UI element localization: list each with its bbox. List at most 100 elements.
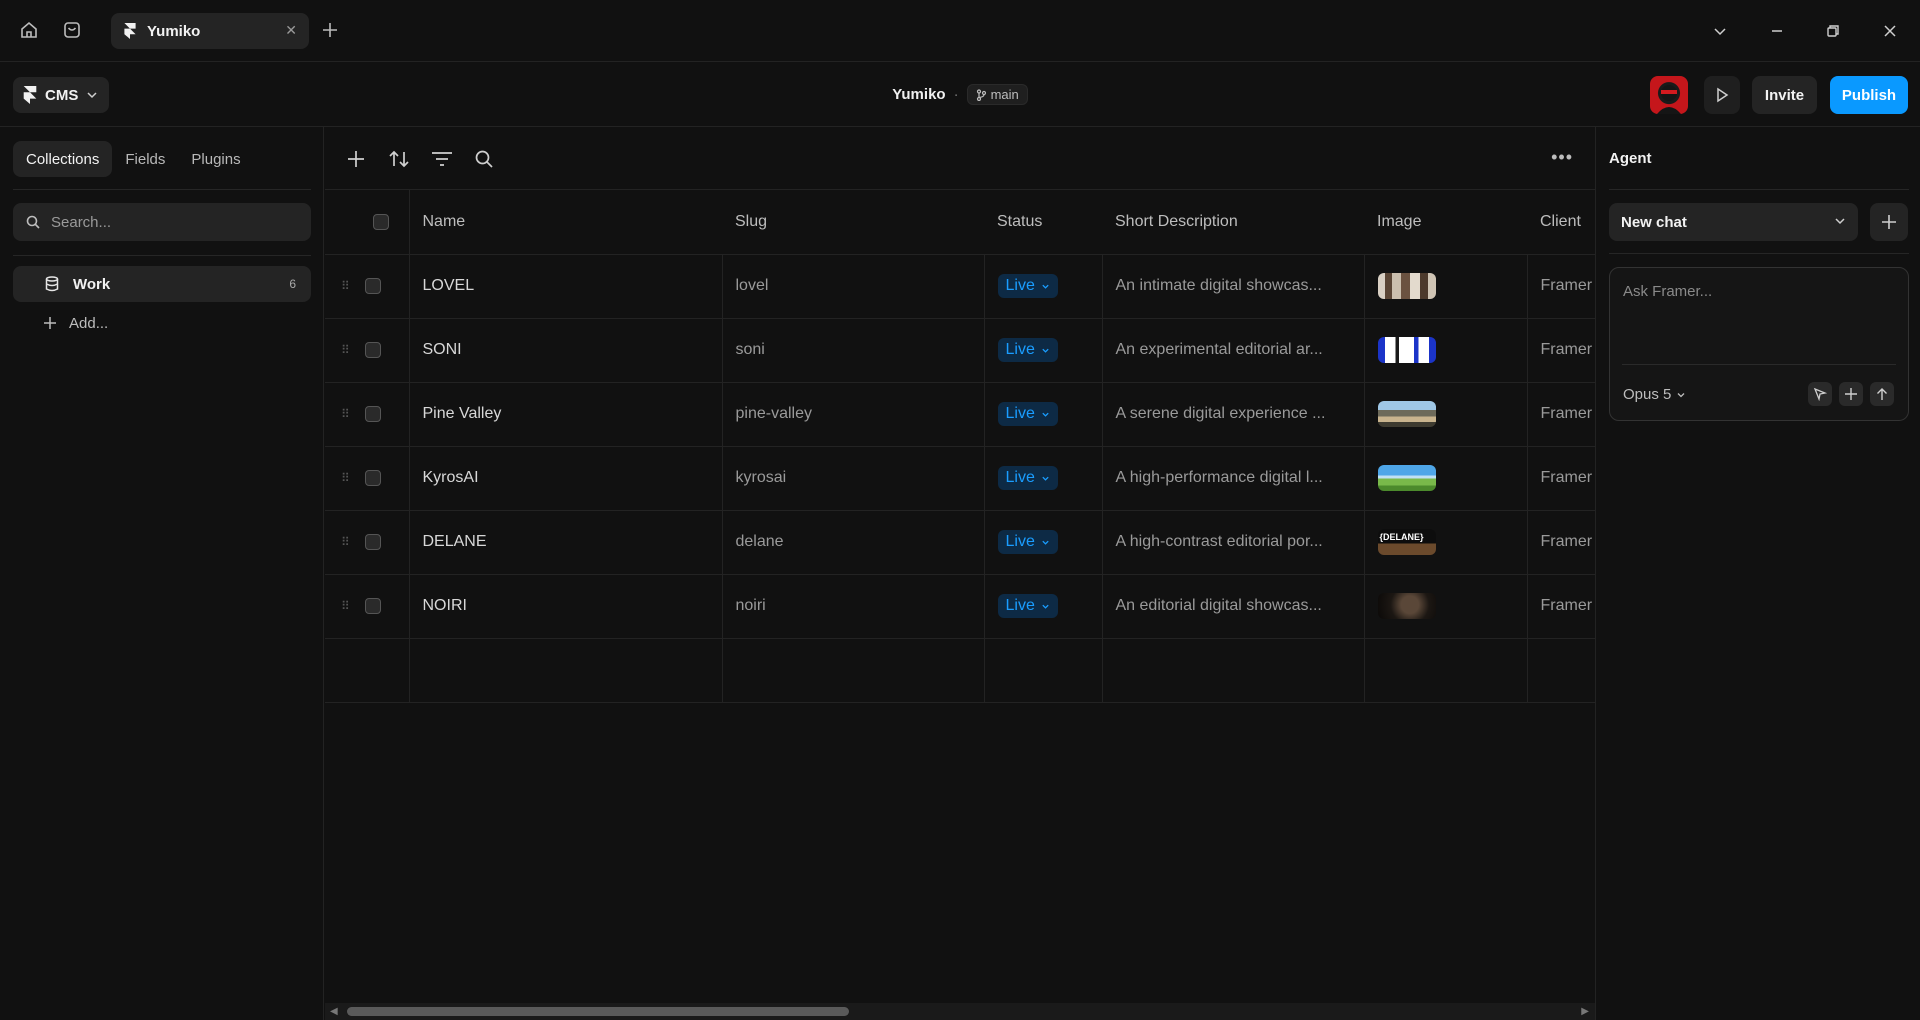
image-thumbnail[interactable] (1377, 337, 1436, 363)
cell-image[interactable] (1364, 382, 1528, 447)
search-icon[interactable] (471, 146, 497, 172)
row-checkbox[interactable] (365, 469, 381, 486)
image-thumbnail[interactable] (1377, 593, 1436, 619)
search-input[interactable]: Search... (13, 203, 311, 241)
model-select[interactable]: Opus 5 (1623, 386, 1686, 403)
cell-name[interactable]: NOIRI (409, 574, 723, 639)
image-thumbnail[interactable] (1377, 465, 1436, 491)
cell-short-description[interactable]: An editorial digital showcas... (1102, 574, 1365, 639)
close-window-icon[interactable] (1877, 18, 1903, 44)
cell-image[interactable] (1364, 574, 1528, 639)
publish-button[interactable]: Publish (1830, 76, 1908, 114)
cell-status[interactable]: Live (984, 254, 1103, 319)
cell-slug[interactable]: noiri (722, 574, 985, 639)
row-checkbox[interactable] (365, 341, 381, 358)
close-tab-icon[interactable]: ✕ (285, 22, 297, 39)
select-element-button[interactable] (1808, 382, 1832, 406)
invite-button[interactable]: Invite (1752, 76, 1817, 114)
tab-plugins[interactable]: Plugins (178, 141, 253, 177)
sidebar-item-work[interactable]: Work 6 (13, 266, 311, 302)
add-item-icon[interactable] (343, 146, 369, 172)
horizontal-scrollbar[interactable]: ◀ ▶ (325, 1003, 1595, 1020)
attach-button[interactable] (1839, 382, 1863, 406)
cell-short-description[interactable]: An experimental editorial ar... (1102, 318, 1365, 383)
filter-icon[interactable] (429, 146, 455, 172)
select-all-checkbox[interactable] (373, 213, 389, 230)
cell-slug[interactable]: lovel (722, 254, 985, 319)
drag-handle-icon[interactable]: ⠿ (341, 343, 355, 357)
tab-collections[interactable]: Collections (13, 141, 113, 177)
cell-client[interactable]: Framer (1527, 446, 1595, 511)
table-row[interactable]: ⠿ Pine Valley pine-valley Live A serene … (325, 382, 1595, 447)
inbox-icon[interactable] (58, 16, 86, 44)
cell-status[interactable]: Live (984, 382, 1103, 447)
cell-client[interactable]: Framer (1527, 382, 1595, 447)
project-name[interactable]: Yumiko (892, 86, 945, 103)
row-checkbox[interactable] (365, 597, 381, 614)
row-checkbox[interactable] (365, 405, 381, 422)
scroll-left-icon[interactable]: ◀ (330, 1006, 338, 1017)
send-button[interactable] (1870, 382, 1894, 406)
cell-slug[interactable]: pine-valley (722, 382, 985, 447)
table-row[interactable]: ⠿ SONI soni Live An experimental editori… (325, 318, 1595, 383)
cell-short-description[interactable]: A serene digital experience ... (1102, 382, 1365, 447)
cell-name[interactable]: SONI (409, 318, 723, 383)
drag-handle-icon[interactable]: ⠿ (341, 535, 355, 549)
cell-short-description[interactable]: An intimate digital showcas... (1102, 254, 1365, 319)
restore-icon[interactable] (1820, 18, 1846, 44)
row-checkbox[interactable] (365, 533, 381, 550)
tab-yumiko[interactable]: Yumiko ✕ (111, 13, 309, 49)
status-badge[interactable]: Live (997, 338, 1058, 362)
status-badge[interactable]: Live (997, 466, 1058, 490)
table-row[interactable]: ⠿ LOVEL lovel Live An intimate digital s… (325, 254, 1595, 319)
column-header-image[interactable]: Image (1364, 190, 1527, 255)
preview-button[interactable] (1704, 76, 1740, 114)
row-checkbox[interactable] (365, 277, 381, 294)
cell-name[interactable]: DELANE (409, 510, 723, 575)
drag-handle-icon[interactable]: ⠿ (341, 279, 355, 293)
avatar[interactable] (1650, 76, 1688, 114)
cell-status[interactable]: Live (984, 446, 1103, 511)
cell-client[interactable]: Framer (1527, 510, 1595, 575)
new-chat-button[interactable] (1870, 203, 1908, 241)
table-row[interactable]: ⠿ DELANE delane Live A high-contrast edi… (325, 510, 1595, 575)
cell-image[interactable] (1364, 446, 1528, 511)
cell-image[interactable] (1364, 318, 1528, 383)
column-header-short-description[interactable]: Short Description (1102, 190, 1364, 255)
more-options-icon[interactable]: ••• (1551, 147, 1573, 168)
column-header-name[interactable]: Name (409, 190, 722, 255)
cell-image[interactable] (1364, 254, 1528, 319)
image-thumbnail[interactable] (1377, 401, 1436, 427)
status-badge[interactable]: Live (997, 274, 1058, 298)
table-row[interactable]: ⠿ NOIRI noiri Live An editorial digital … (325, 574, 1595, 639)
new-tab-icon[interactable] (316, 16, 344, 44)
column-header-slug[interactable]: Slug (722, 190, 984, 255)
scroll-right-icon[interactable]: ▶ (1581, 1006, 1589, 1017)
cell-client[interactable]: Framer (1527, 574, 1595, 639)
cell-name[interactable]: Pine Valley (409, 382, 723, 447)
minimize-icon[interactable] (1764, 18, 1790, 44)
cell-short-description[interactable]: A high-performance digital l... (1102, 446, 1365, 511)
cell-client[interactable]: Framer (1527, 254, 1595, 319)
cell-name[interactable]: LOVEL (409, 254, 723, 319)
cell-status[interactable]: Live (984, 318, 1103, 383)
image-thumbnail[interactable] (1377, 273, 1436, 299)
cell-slug[interactable]: delane (722, 510, 985, 575)
table-row[interactable]: ⠿ KyrosAI kyrosai Live A high-performanc… (325, 446, 1595, 511)
status-badge[interactable]: Live (997, 402, 1058, 426)
cell-slug[interactable]: soni (722, 318, 985, 383)
scrollbar-thumb[interactable] (347, 1007, 849, 1016)
cell-client[interactable]: Framer (1527, 318, 1595, 383)
cell-status[interactable]: Live (984, 510, 1103, 575)
sort-icon[interactable] (386, 146, 412, 172)
drag-handle-icon[interactable]: ⠿ (341, 407, 355, 421)
chat-select[interactable]: New chat (1609, 203, 1858, 241)
cell-name[interactable]: KyrosAI (409, 446, 723, 511)
cell-image[interactable]: {DELANE} (1364, 510, 1528, 575)
column-header-status[interactable]: Status (984, 190, 1102, 255)
chevron-down-icon[interactable] (1707, 18, 1733, 44)
branch-badge[interactable]: main (966, 84, 1028, 105)
cell-status[interactable]: Live (984, 574, 1103, 639)
drag-handle-icon[interactable]: ⠿ (341, 599, 355, 613)
column-header-client[interactable]: Client (1527, 190, 1595, 255)
